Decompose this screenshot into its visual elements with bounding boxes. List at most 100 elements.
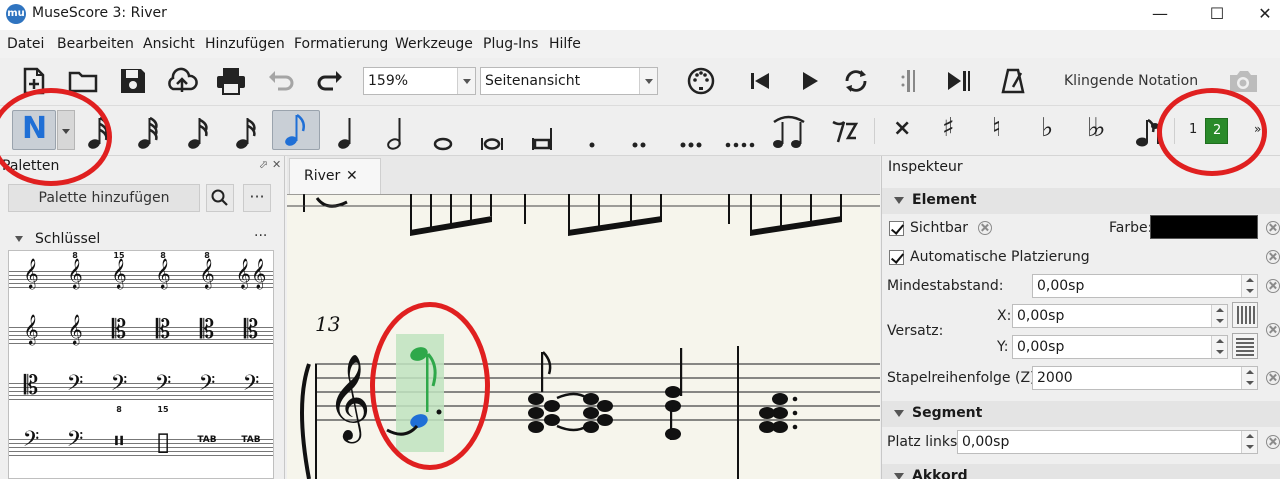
reset-auto-placement-icon[interactable] bbox=[1266, 250, 1280, 264]
clef-palette-cell[interactable]: 𝄞 8 bbox=[53, 251, 97, 307]
offset-y-field[interactable]: 0,00sp bbox=[1012, 335, 1228, 359]
concert-pitch-toggle[interactable]: Klingende Notation bbox=[1064, 73, 1198, 89]
float-panel-icon[interactable]: ⬀ bbox=[259, 158, 268, 171]
view-mode-combo[interactable]: Seitenansicht bbox=[480, 67, 658, 95]
duration-breve-icon[interactable] bbox=[477, 112, 507, 152]
jump-to-end-icon[interactable] bbox=[942, 64, 976, 98]
reset-leading-space-icon[interactable] bbox=[1266, 435, 1280, 449]
spin-down-icon[interactable] bbox=[1211, 316, 1227, 327]
clef-palette-cell[interactable]: TAB bbox=[229, 421, 273, 475]
menu-formatierung[interactable]: Formatierung bbox=[294, 36, 388, 52]
sharp-icon[interactable]: ♯ bbox=[942, 113, 955, 143]
spin-up-icon[interactable] bbox=[1241, 367, 1257, 378]
double-flat-icon[interactable]: ♭♭ bbox=[1087, 113, 1105, 143]
rewind-icon[interactable] bbox=[743, 64, 777, 98]
section-chord-header[interactable]: Akkord bbox=[882, 464, 1280, 479]
zoom-combo[interactable]: 159% bbox=[363, 67, 476, 95]
menu-werkzeuge[interactable]: Werkzeuge bbox=[395, 36, 473, 52]
visible-checkbox[interactable] bbox=[889, 221, 904, 236]
section-element-header[interactable]: Element bbox=[882, 188, 1280, 214]
leading-space-field[interactable]: 0,00sp bbox=[957, 430, 1258, 454]
maximize-button[interactable]: ☐ bbox=[1197, 2, 1237, 26]
menu-ansicht[interactable]: Ansicht bbox=[143, 36, 195, 52]
clef-palette-cell[interactable]: TAB bbox=[185, 421, 229, 475]
clef-palette-cell[interactable]: 𝄢 15 bbox=[141, 365, 185, 419]
spin-up-icon[interactable] bbox=[1241, 431, 1257, 442]
flat-icon[interactable]: ♭ bbox=[1041, 113, 1053, 143]
menu-hinzufuegen[interactable]: Hinzufügen bbox=[205, 36, 285, 52]
min-distance-field[interactable]: 0,00sp bbox=[1032, 274, 1258, 298]
clef-palette-cell[interactable]: 𝄢 bbox=[53, 365, 97, 419]
close-panel-icon[interactable]: ✕ bbox=[272, 158, 281, 171]
voice-1-button[interactable]: 1 bbox=[1189, 122, 1197, 137]
open-folder-icon[interactable] bbox=[66, 64, 100, 98]
color-swatch[interactable] bbox=[1150, 215, 1258, 239]
toolbar-overflow-button[interactable]: » bbox=[1254, 122, 1261, 136]
clef-palette-cell[interactable]: 𝄡 bbox=[141, 309, 185, 363]
triple-dot-icon[interactable] bbox=[673, 112, 709, 152]
duration-64th-icon[interactable] bbox=[134, 112, 164, 152]
duration-longa-icon[interactable] bbox=[528, 112, 558, 152]
clef-section-header[interactable]: Schlüssel ··· bbox=[0, 228, 280, 250]
reset-stacking-icon[interactable] bbox=[1266, 371, 1280, 385]
clef-palette-cell[interactable]: 𝄢 bbox=[185, 365, 229, 419]
clef-palette-cell[interactable]: 𝄡 bbox=[97, 309, 141, 363]
note-input-mode-dropdown[interactable] bbox=[57, 110, 75, 150]
loop-icon[interactable] bbox=[839, 64, 873, 98]
play-icon[interactable] bbox=[792, 64, 826, 98]
menu-datei[interactable]: Datei bbox=[7, 36, 44, 52]
playback-marker-icon[interactable] bbox=[893, 64, 927, 98]
undo-icon[interactable] bbox=[264, 64, 298, 98]
spin-up-icon[interactable] bbox=[1211, 336, 1227, 347]
palette-more-button[interactable]: ··· bbox=[243, 184, 271, 212]
print-icon[interactable] bbox=[214, 64, 248, 98]
duration-quarter-icon[interactable] bbox=[332, 112, 362, 152]
clef-palette-cell[interactable]: 𝄢 bbox=[229, 365, 273, 419]
natural-icon[interactable]: ♮ bbox=[992, 113, 1001, 143]
menu-hilfe[interactable]: Hilfe bbox=[549, 36, 581, 52]
chevron-down-icon[interactable] bbox=[639, 68, 657, 94]
augmentation-dot-icon[interactable] bbox=[577, 112, 607, 152]
voice-2-button[interactable]: 2 bbox=[1205, 118, 1228, 144]
clef-palette-cell[interactable]: 𝄞 bbox=[53, 309, 97, 363]
menu-bearbeiten[interactable]: Bearbeiten bbox=[57, 36, 134, 52]
snap-to-grid-y-button[interactable] bbox=[1232, 333, 1258, 359]
spin-up-icon[interactable] bbox=[1211, 305, 1227, 316]
note-input-mode-button[interactable]: N bbox=[12, 110, 56, 150]
clef-palette-cell[interactable]: 𝄥 bbox=[97, 421, 141, 475]
cloud-upload-icon[interactable] bbox=[165, 64, 199, 98]
tie-icon[interactable] bbox=[768, 112, 808, 152]
tab-river[interactable]: River ✕ bbox=[289, 158, 381, 194]
add-palette-button[interactable]: Palette hinzufügen bbox=[8, 184, 200, 212]
clef-palette-cell[interactable]: 𝄞𝄞 bbox=[229, 253, 273, 307]
screenshot-camera-icon[interactable] bbox=[1226, 64, 1260, 98]
clef-palette-cell[interactable]: 𝄞 bbox=[9, 309, 53, 363]
redo-icon[interactable] bbox=[313, 64, 347, 98]
metronome-icon[interactable] bbox=[996, 64, 1030, 98]
clef-palette-cell[interactable]: 𝄡 bbox=[9, 365, 53, 419]
duration-16th-icon[interactable] bbox=[232, 112, 262, 152]
clef-palette-cell[interactable]: 𝄞 15 bbox=[97, 251, 141, 307]
minimize-button[interactable]: — bbox=[1140, 2, 1180, 26]
clef-palette-cell[interactable]: 𝄞 8 bbox=[141, 251, 185, 307]
reset-min-distance-icon[interactable] bbox=[1266, 279, 1280, 293]
duration-half-icon[interactable] bbox=[382, 112, 412, 152]
flip-direction-icon[interactable] bbox=[1133, 112, 1163, 152]
reset-color-icon[interactable] bbox=[1266, 221, 1280, 235]
spin-down-icon[interactable] bbox=[1241, 378, 1257, 389]
tab-close-icon[interactable]: ✕ bbox=[346, 159, 358, 193]
duration-128th-icon[interactable] bbox=[84, 112, 114, 152]
spin-down-icon[interactable] bbox=[1211, 347, 1227, 358]
clef-palette-cell[interactable]: 𝄡 bbox=[185, 309, 229, 363]
spin-down-icon[interactable] bbox=[1241, 442, 1257, 453]
spin-up-icon[interactable] bbox=[1241, 275, 1257, 286]
duration-eighth-button[interactable] bbox=[272, 110, 320, 150]
duration-whole-icon[interactable] bbox=[428, 112, 458, 152]
clef-palette-cell[interactable]: 𝄡 bbox=[229, 309, 273, 363]
clef-palette-cell[interactable]: 𝄢 bbox=[53, 421, 97, 475]
new-file-icon[interactable] bbox=[16, 64, 50, 98]
double-sharp-icon[interactable]: × bbox=[893, 116, 911, 141]
stacking-order-field[interactable]: 2000 bbox=[1032, 366, 1258, 390]
save-icon[interactable] bbox=[116, 64, 150, 98]
rest-icon[interactable] bbox=[826, 112, 862, 152]
